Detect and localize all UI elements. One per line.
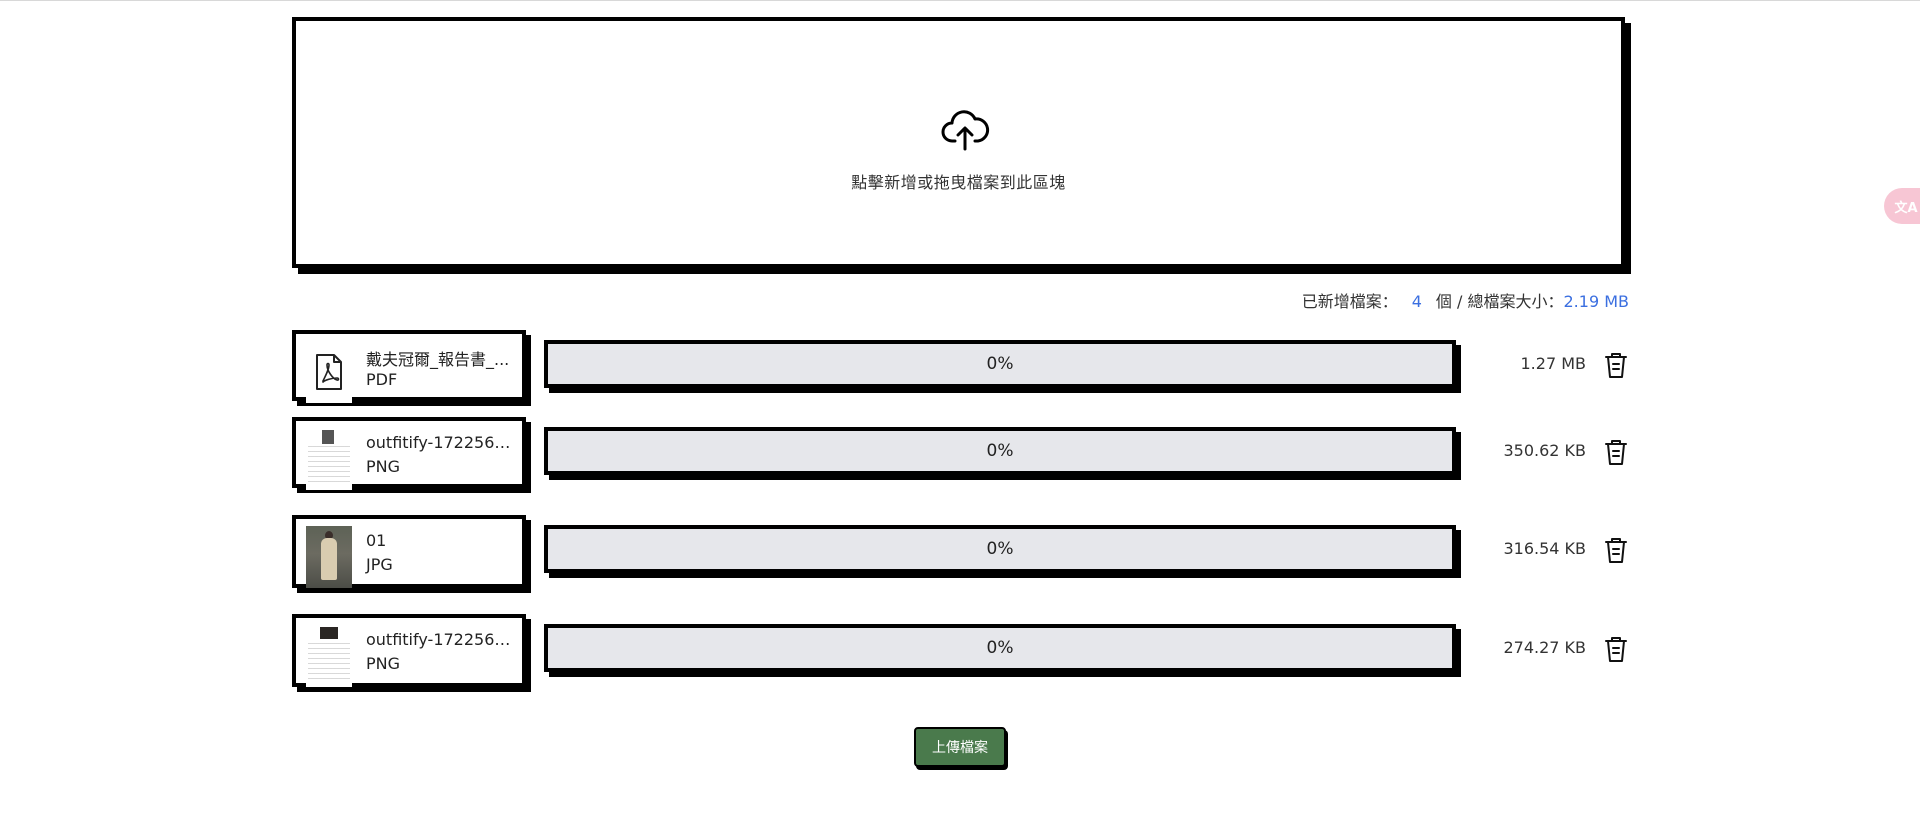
trash-icon[interactable]: [1602, 350, 1630, 380]
progress-text: 0%: [986, 354, 1014, 374]
file-size: 316.54 KB: [1503, 539, 1586, 558]
progress-text: 0%: [986, 539, 1014, 559]
photo-thumbnail: [306, 526, 352, 588]
progress-text: 0%: [986, 638, 1014, 658]
file-card: 戴夫冠爾_報告書_... PDF: [292, 330, 526, 403]
file-name: outfitify-17225610...: [366, 630, 516, 649]
thumbnail-image: [320, 627, 338, 639]
dropzone-instruction: 點擊新增或拖曳檔案到此區塊: [851, 173, 1066, 192]
document-thumbnail: [306, 428, 352, 490]
cloud-upload-icon: [941, 110, 990, 151]
top-divider: [0, 0, 1920, 1]
thumbnail-person: [321, 538, 337, 580]
trash-icon[interactable]: [1602, 634, 1630, 664]
file-count: 4: [1411, 292, 1422, 311]
upload-progress-bar: 0%: [544, 427, 1456, 475]
document-thumbnail: [306, 625, 352, 687]
upload-progress-bar: 0%: [544, 624, 1456, 672]
upload-files-button[interactable]: 上傳檔案: [914, 727, 1006, 767]
file-type: PDF: [366, 370, 398, 389]
upload-progress-bar: 0%: [544, 340, 1456, 388]
total-size-value: 2.19 MB: [1563, 292, 1630, 311]
trash-icon[interactable]: [1602, 535, 1630, 565]
thumbnail-text-lines: [308, 446, 350, 486]
translate-icon[interactable]: 文A: [1884, 188, 1920, 224]
file-name: 01: [366, 531, 387, 550]
file-card: 01 JPG: [292, 515, 526, 588]
upload-progress-bar: 0%: [544, 525, 1456, 573]
file-type: PNG: [366, 457, 401, 476]
file-size: 274.27 KB: [1503, 638, 1586, 657]
progress-text: 0%: [986, 441, 1014, 461]
trash-icon[interactable]: [1602, 437, 1630, 467]
file-card: outfitify-17225610... PNG: [292, 614, 526, 687]
total-size-label: 個 / 總檔案大小：: [1435, 292, 1564, 311]
file-size: 350.62 KB: [1503, 441, 1586, 460]
pdf-icon: [306, 341, 352, 403]
file-size: 1.27 MB: [1520, 354, 1587, 373]
translate-label: 文A: [1894, 200, 1918, 216]
thumbnail-text-lines: [308, 643, 350, 683]
file-name: 戴夫冠爾_報告書_...: [366, 350, 510, 369]
added-files-label: 已新增檔案：: [1301, 292, 1398, 311]
file-type: PNG: [366, 654, 401, 673]
file-name: outfitify-1722568...: [366, 433, 516, 452]
file-card: outfitify-1722568... PNG: [292, 417, 526, 490]
file-type: JPG: [366, 555, 393, 574]
file-dropzone[interactable]: 點擊新增或拖曳檔案到此區塊: [292, 17, 1625, 268]
thumbnail-image: [322, 430, 334, 444]
upload-summary: 已新增檔案： 4 個 / 總檔案大小：2.19 MB: [1302, 288, 1629, 312]
